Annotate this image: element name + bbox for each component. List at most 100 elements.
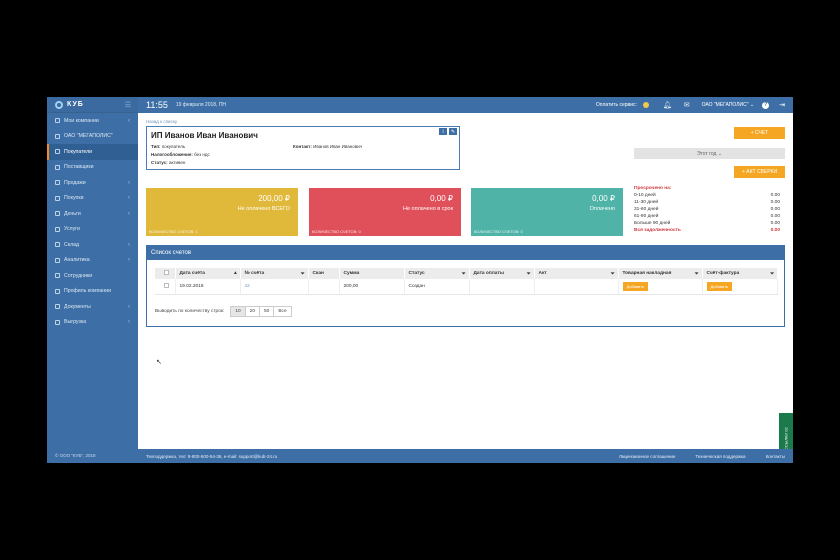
footer-license-link[interactable]: Лицензионное соглашение (619, 454, 675, 459)
page-size-all[interactable]: Все (274, 307, 290, 316)
cell-factura: Добавить (702, 279, 778, 295)
tile-unpaid-total[interactable]: 200,00 ₽ Не оплачено ВСЕГО КОЛИЧЕСТВО СЧ… (146, 188, 298, 236)
company-selector[interactable]: ОАО "МЕГАПОЛИС" ⌄ (702, 102, 755, 108)
overdue-row: 31-60 дней 0.00 (634, 207, 780, 212)
sidebar-item-company[interactable]: ОАО "МЕГАПОЛИС" (47, 129, 138, 145)
analytics-icon (55, 257, 60, 263)
page-size-20[interactable]: 20 (246, 307, 260, 316)
sidebar-item-warehouse[interactable]: Склад ‹ (47, 237, 138, 253)
sidebar-item-company-profile[interactable]: Профиль компании (47, 284, 138, 300)
col-waybill[interactable]: Товарная накладная ⏷ (618, 268, 703, 279)
sidebar: КУБ ☰ Мои компании ‹ ОАО "МЕГАПОЛИС" Поку… (47, 97, 138, 463)
filter-icon: ⏷ (770, 271, 774, 277)
col-scan[interactable]: Скан (308, 268, 340, 279)
table-header-row: Дата счёта ▴ № счёта ⏷ Скан Сумма Статус… (155, 268, 778, 279)
overdue-row: 11-30 дней 0.00 (634, 200, 780, 205)
add-waybill-button[interactable]: Добавить (622, 281, 649, 291)
col-payment-date[interactable]: Дата оплаты ⏷ (469, 268, 535, 279)
page-size-options: 10 20 50 Все (230, 306, 292, 317)
filter-icon: ⏷ (610, 271, 615, 277)
sidebar-item-export[interactable]: Выгрузка ‹ (47, 315, 138, 331)
info-icon[interactable]: i (439, 128, 447, 135)
tile-count: КОЛИЧЕСТВО СЧЕТОВ: 0 (312, 229, 361, 234)
filter-icon: ⏷ (461, 271, 466, 277)
logo[interactable]: КУБ ☰ (47, 97, 138, 113)
select-all-checkbox[interactable] (155, 268, 176, 279)
warehouse-icon (55, 242, 60, 248)
edit-pencil-icon[interactable]: ✎ (449, 128, 457, 135)
col-factura[interactable]: Счёт-фактура ⏷ (702, 268, 778, 279)
app-window: КУБ ☰ Мои компании ‹ ОАО "МЕГАПОЛИС" Поку… (47, 97, 793, 463)
breadcrumb-back-link[interactable]: Назад к списку (146, 119, 177, 124)
tile-label: Оплачено (589, 206, 615, 212)
overdue-row: Больше 90 дней 0.00 (634, 221, 780, 226)
logout-icon[interactable]: ⇥ (779, 101, 785, 109)
suppliers-icon (55, 164, 60, 170)
sidebar-item-analytics[interactable]: Аналитика ‹ (47, 253, 138, 269)
cube-logo-icon (55, 100, 63, 109)
row-checkbox[interactable] (155, 279, 176, 295)
chevron-left-icon: ‹ (128, 179, 130, 186)
tile-unpaid-overdue[interactable]: 0,00 ₽ Не оплачено в срок КОЛИЧЕСТВО СЧЕ… (309, 188, 461, 236)
period-select[interactable]: Этот год ⌄ (634, 148, 785, 159)
page-size-50[interactable]: 50 (260, 307, 275, 316)
overdue-title: Просрочено на: (634, 186, 672, 191)
help-icon[interactable]: ? (762, 101, 770, 109)
sidebar-item-documents[interactable]: Документы ‹ (47, 299, 138, 315)
chevron-left-icon: ‹ (128, 210, 130, 217)
tile-count: КОЛИЧЕСТВО СЧЕТОВ: 1 (149, 229, 198, 234)
sort-icon: ▴ (234, 271, 237, 276)
sidebar-item-money[interactable]: Деньги ‹ (47, 206, 138, 222)
page-size-selector: Выводить по количеству строк: 10 20 50 В… (155, 306, 292, 317)
add-factura-button[interactable]: Добавить (706, 281, 733, 291)
customer-status: Статус: активен (151, 160, 186, 165)
sidebar-item-sales[interactable]: Продажи ‹ (47, 175, 138, 191)
col-status[interactable]: Статус ⏷ (404, 268, 470, 279)
sidebar-item-employees[interactable]: Сотрудники (47, 268, 138, 284)
footer-contacts-link[interactable]: Контакты (766, 454, 785, 459)
companies-icon (55, 118, 60, 124)
add-reconciliation-button[interactable]: + АКТ СВЕРКИ (734, 166, 785, 178)
sidebar-item-my-companies[interactable]: Мои компании ‹ (47, 113, 138, 129)
overdue-row: 61-90 дней 0.00 (634, 214, 780, 219)
page-size-label: Выводить по количеству строк: (155, 309, 225, 314)
bell-icon[interactable]: 🔔︎ (663, 101, 672, 109)
menu-toggle-icon[interactable]: ☰ (125, 101, 132, 109)
col-date[interactable]: Дата счёта ▴ (175, 268, 241, 279)
sidebar-item-suppliers[interactable]: Поставщики (47, 160, 138, 176)
cart-icon (55, 195, 60, 201)
cell-sum: 200,00 (339, 279, 405, 295)
col-number[interactable]: № счёта ⏷ (240, 268, 309, 279)
tile-count: КОЛИЧЕСТВО СЧЕТОВ: 0 (474, 229, 523, 234)
col-act[interactable]: Акт ⏷ (534, 268, 619, 279)
customers-icon (55, 149, 60, 155)
overdue-row: 0-10 дней 0.00 (634, 193, 780, 198)
col-sum[interactable]: Сумма (339, 268, 405, 279)
tile-paid[interactable]: 0,00 ₽ Оплачено КОЛИЧЕСТВО СЧЕТОВ: 0 (471, 188, 623, 236)
chevron-left-icon: ‹ (128, 303, 130, 310)
document-icon (55, 304, 60, 310)
customer-tax: Налогообложение: без ндс (151, 152, 210, 157)
page-size-10[interactable]: 10 (231, 307, 246, 316)
cell-number-link[interactable]: 42 (240, 279, 309, 295)
add-invoice-button[interactable]: + СЧЕТ (734, 127, 785, 139)
footer-support: Техподдержка, тел: 8-800-500-54-36, e-ma… (146, 453, 278, 459)
building-icon (55, 133, 60, 139)
chevron-left-icon: ‹ (128, 195, 130, 202)
copyright: © ООО "КУБ", 2018 (55, 453, 96, 458)
card-actions: i ✎ (439, 128, 457, 135)
invoices-panel: Список счетов Дата счёта ▴ № счёта ⏷ Ска… (146, 245, 785, 327)
tile-amount: 200,00 ₽ (258, 194, 290, 203)
sidebar-item-services[interactable]: Услуги (47, 222, 138, 238)
invoices-table: Дата счёта ▴ № счёта ⏷ Скан Сумма Статус… (155, 268, 778, 295)
coin-icon[interactable] (642, 102, 649, 108)
customer-contact: Контакт: Иванов Иван Иванович (293, 144, 362, 149)
wrench-icon (55, 226, 60, 232)
invoices-title: Список счетов (147, 246, 784, 260)
sidebar-item-customers[interactable]: Покупатели (47, 144, 138, 160)
footer-tech-support-link[interactable]: Техническая поддержка (695, 454, 745, 459)
megaphone-icon[interactable]: ✉ (684, 101, 690, 109)
sidebar-item-purchases[interactable]: Покупки ‹ (47, 191, 138, 207)
table-row[interactable]: 19.02.2018 42 200,00 Создан Добавить Доб… (155, 279, 778, 295)
footer-links: Лицензионное соглашение Техническая подд… (619, 454, 785, 459)
